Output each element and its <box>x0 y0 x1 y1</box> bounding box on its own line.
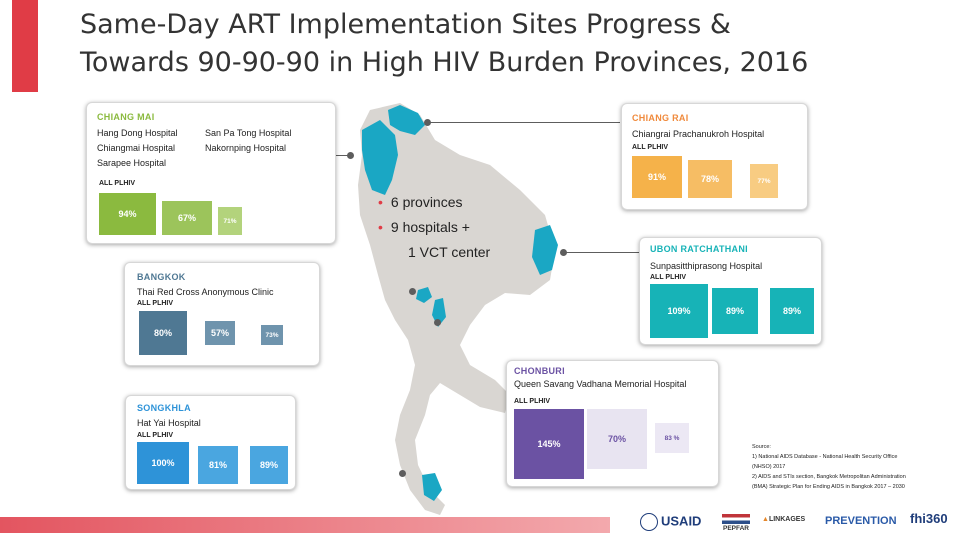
hospital-name: Hat Yai Hospital <box>137 418 201 428</box>
hospital-name: Nakornping Hospital <box>205 143 287 153</box>
summary-list: • 6 provinces • 9 hospitals + 1 VCT center <box>378 190 490 265</box>
pepfar-logo: PEPFAR <box>722 514 750 532</box>
summary-provinces: • 6 provinces <box>378 194 463 210</box>
all-plhiv-label: ALL PLHIV <box>514 398 551 405</box>
province-name: CHIANG RAI <box>632 113 689 123</box>
all-plhiv-label: ALL PLHIV <box>632 144 669 151</box>
all-plhiv-label: ALL PLHIV <box>137 300 174 307</box>
suppressed-bar: 89% <box>770 288 814 334</box>
on-art-bar: 57% <box>205 321 235 345</box>
province-name: BANGKOK <box>137 272 186 282</box>
province-name: CHIANG MAI <box>97 112 155 122</box>
connector-dot-chiang-mai <box>347 152 354 159</box>
connector-line-ubon <box>566 252 641 253</box>
on-art-bar: 89% <box>712 288 758 334</box>
suppressed-bar: 71% <box>218 207 242 235</box>
hospital-name: Chiangmai Hospital <box>97 143 176 153</box>
card-bangkok: BANGKOK Thai Red Cross Anonymous Clinic … <box>124 262 320 366</box>
card-songkhla: SONGKHLA Hat Yai Hospital ALL PLHIV 100%… <box>125 395 296 490</box>
suppressed-bar: 77% <box>750 164 778 198</box>
card-ubon-ratchathani: UBON RATCHATHANI Sunpasitthiprasong Hosp… <box>639 237 822 345</box>
hospital-name: Sarapee Hospital <box>97 158 167 168</box>
connector-line-chiang-rai <box>430 122 620 123</box>
on-art-bar: 81% <box>198 446 238 484</box>
accent-bar <box>12 0 38 92</box>
connector-dot-bangkok <box>409 288 416 295</box>
diagnosed-bar: 145% <box>514 409 584 479</box>
province-name: SONGKHLA <box>137 403 191 413</box>
diagnosed-bar: 100% <box>137 442 189 484</box>
diagnosed-bar: 80% <box>139 311 187 355</box>
on-art-bar: 67% <box>162 201 212 235</box>
province-name: CHONBURI <box>514 366 565 376</box>
hospital-name: Thai Red Cross Anonymous Clinic <box>137 287 274 297</box>
diagnosed-bar: 91% <box>632 156 682 198</box>
hospital-name: Chiangrai Prachanukroh Hospital <box>632 129 765 139</box>
diagnosed-bar: 94% <box>99 193 156 235</box>
hospital-name: San Pa Tong Hospital <box>205 128 292 138</box>
all-plhiv-label: ALL PLHIV <box>650 274 687 281</box>
card-chiang-rai: CHIANG RAI Chiangrai Prachanukroh Hospit… <box>621 103 808 210</box>
connector-dot-songkhla <box>399 470 406 477</box>
suppressed-bar: 83 % <box>655 423 689 453</box>
hospital-name: Sunpasitthiprasong Hospital <box>650 261 763 271</box>
on-art-bar: 78% <box>688 160 732 198</box>
linkages-logo: ▲LINKAGES <box>762 516 806 523</box>
page-title: Same-Day ART Implementation Sites Progre… <box>80 6 920 82</box>
summary-hospitals: • 9 hospitals + <box>378 219 470 235</box>
diagnosed-bar: 109% <box>650 284 708 338</box>
footer-bar <box>0 517 610 533</box>
prevention-logo: PREVENTION <box>825 515 897 527</box>
on-art-bar: 70% <box>587 409 647 469</box>
hospital-name: Hang Dong Hospital <box>97 128 178 138</box>
suppressed-bar: 73% <box>261 325 283 345</box>
province-name: UBON RATCHATHANI <box>650 244 748 254</box>
all-plhiv-label: ALL PLHIV <box>99 180 136 187</box>
summary-vct: 1 VCT center <box>408 244 491 260</box>
title-line-1: Same-Day ART Implementation Sites Progre… <box>80 9 731 40</box>
usaid-logo: USAID <box>640 513 701 531</box>
title-line-2: Towards 90-90-90 in High HIV Burden Prov… <box>80 47 809 78</box>
source-note: Source: 1) National AIDS Database - Nati… <box>752 444 906 490</box>
hospital-name: Queen Savang Vadhana Memorial Hospital <box>514 379 687 389</box>
card-chiang-mai: CHIANG MAI Hang Dong Hospital San Pa Ton… <box>86 102 336 244</box>
suppressed-bar: 89% <box>250 446 288 484</box>
all-plhiv-label: ALL PLHIV <box>137 432 174 439</box>
fhi360-logo: fhi360 <box>910 511 948 526</box>
card-chonburi: CHONBURI Queen Savang Vadhana Memorial H… <box>506 360 719 487</box>
connector-dot-chonburi <box>434 319 441 326</box>
